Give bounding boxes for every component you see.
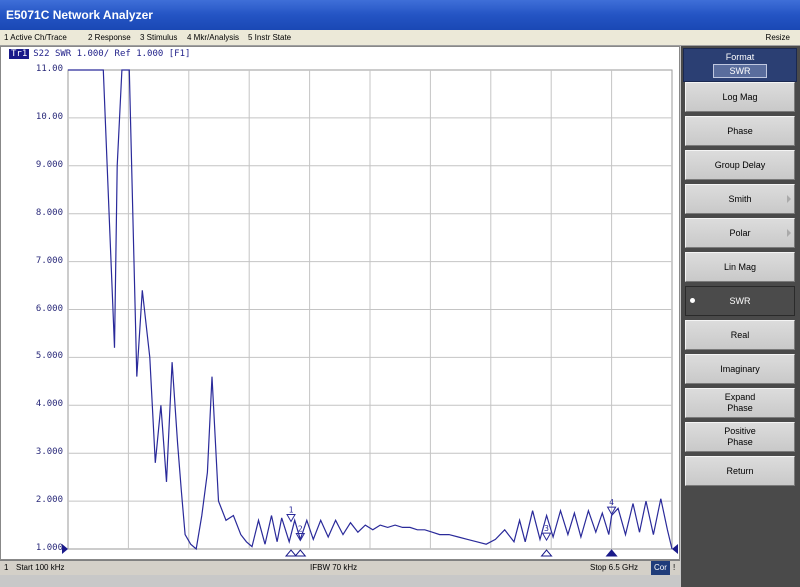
- softkey-label: Positive Phase: [724, 426, 756, 447]
- resize-button[interactable]: Resize: [766, 30, 790, 45]
- softkey-smith[interactable]: Smith: [685, 184, 795, 214]
- softkey-expand-phase[interactable]: Expand Phase: [685, 388, 795, 418]
- softkey-label: Phase: [727, 125, 753, 136]
- softkey-group-delay[interactable]: Group Delay: [685, 150, 795, 180]
- softkey-label: Polar: [729, 227, 751, 238]
- status-separator: !: [673, 563, 676, 572]
- softkey-label: SWR: [729, 295, 751, 306]
- softkey-label: Imaginary: [720, 363, 760, 374]
- softkey-label: Real: [730, 329, 750, 340]
- menu-active-ch-trace[interactable]: 1 Active Ch/Trace: [4, 30, 67, 45]
- softkey-phase[interactable]: Phase: [685, 116, 795, 146]
- softkey-positive-phase[interactable]: Positive Phase: [685, 422, 795, 452]
- correction-indicator: Cor: [651, 561, 670, 575]
- submenu-arrow-icon: [787, 229, 791, 237]
- bottom-strip: [0, 575, 800, 587]
- swr-plot: 12 3 4: [62, 69, 678, 557]
- marker-label: 3: [544, 524, 549, 533]
- softkey-label: Return: [726, 465, 754, 476]
- start-frequency[interactable]: Start 100 kHz: [16, 561, 64, 575]
- format-menu-header: Format SWR: [683, 48, 797, 82]
- stop-frequency[interactable]: Stop 6.5 GHz: [590, 561, 638, 575]
- marker-label: 4: [609, 498, 614, 507]
- marker-label: 2: [298, 524, 303, 533]
- softkey-real[interactable]: Real: [685, 320, 795, 350]
- marker-stimulus-triangle[interactable]: [284, 549, 298, 557]
- format-current-value: SWR: [713, 64, 767, 78]
- marker-stimulus-triangle[interactable]: [605, 549, 618, 557]
- status-bar: 1 Start 100 kHz IFBW 70 kHz Stop 6.5 GHz…: [0, 560, 680, 575]
- submenu-arrow-icon: [787, 195, 791, 203]
- softkey-panel: Format SWR Log Mag Phase Group Delay Smith P…: [681, 46, 800, 587]
- channel-number: 1: [4, 563, 9, 572]
- reference-arrow-right: [672, 544, 678, 554]
- format-menu-title: Format: [725, 52, 755, 62]
- softkey-label: Expand Phase: [724, 392, 756, 413]
- softkey-log-mag[interactable]: Log Mag: [685, 82, 795, 112]
- softkey-swr[interactable]: SWR: [685, 286, 795, 316]
- softkey-label: Lin Mag: [723, 261, 757, 272]
- softkey-label: Smith: [728, 193, 752, 204]
- reference-arrow-left: [62, 544, 68, 554]
- ifbw-value[interactable]: IFBW 70 kHz: [310, 561, 357, 575]
- softkey-lin-mag[interactable]: Lin Mag: [685, 252, 795, 282]
- menu-response[interactable]: 2 Response: [88, 30, 131, 45]
- softkey-label: Log Mag: [722, 91, 758, 102]
- marker-stimulus-triangle[interactable]: [540, 549, 553, 557]
- marker-stimulus-triangle[interactable]: [294, 549, 307, 557]
- selected-bullet-icon: [690, 298, 695, 303]
- trace-display[interactable]: Tr1S22 SWR 1.000/ Ref 1.000 [F1] 1 2.400…: [0, 46, 680, 560]
- menu-bar: 1 Active Ch/Trace 2 Response 3 Stimulus …: [0, 30, 800, 46]
- softkey-label: Group Delay: [714, 159, 766, 170]
- window-title: E5071C Network Analyzer: [0, 0, 800, 30]
- menu-instr-state[interactable]: 5 Instr State: [248, 30, 291, 45]
- menu-mkr-analysis[interactable]: 4 Mkr/Analysis: [187, 30, 239, 45]
- softkey-imaginary[interactable]: Imaginary: [685, 354, 795, 384]
- menu-stimulus[interactable]: 3 Stimulus: [140, 30, 177, 45]
- softkey-polar[interactable]: Polar: [685, 218, 795, 248]
- softkey-return[interactable]: Return: [685, 456, 795, 486]
- marker-label: 1: [289, 506, 294, 515]
